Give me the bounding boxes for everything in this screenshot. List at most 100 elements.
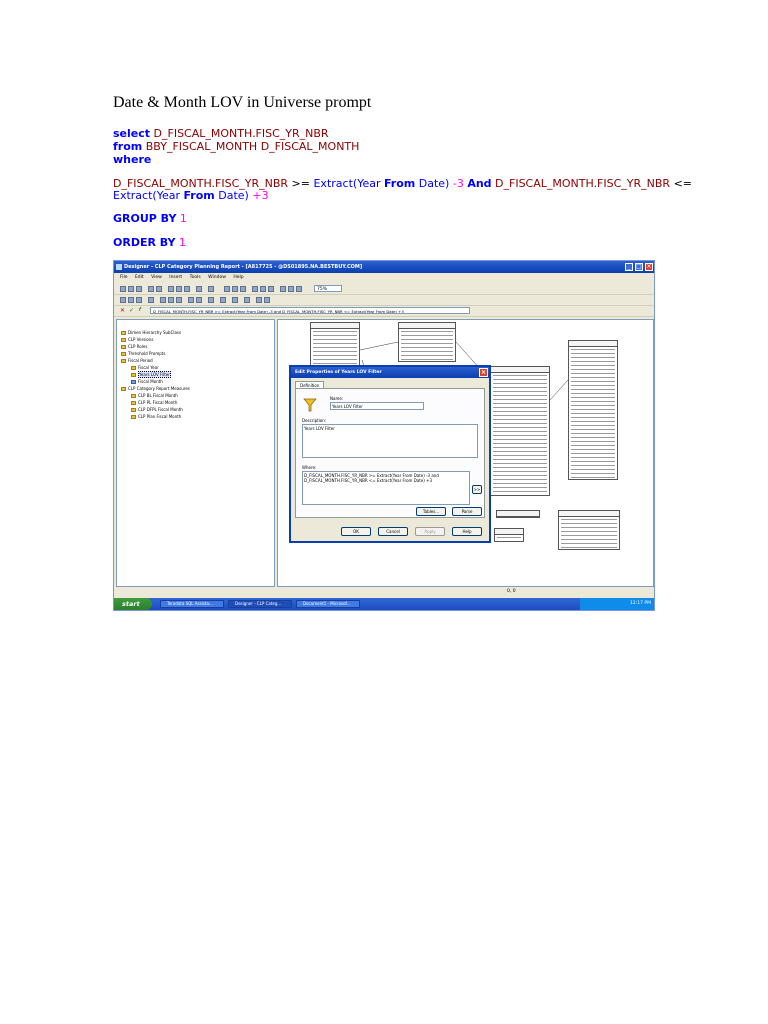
print-icon[interactable] (148, 286, 154, 292)
tree-item[interactable]: Dimen Hierarchy SubClass (121, 330, 181, 335)
alias-icon[interactable] (188, 297, 194, 303)
view-icon[interactable] (296, 286, 302, 292)
tree-item[interactable]: CLP Plan Fiscal Month (131, 414, 181, 419)
zoom-select[interactable]: 75% (314, 285, 342, 292)
apply-button[interactable]: Apply (415, 527, 445, 536)
expand-where-button[interactable]: >> (472, 485, 482, 494)
sql-number: +3 (252, 189, 269, 202)
sql-year-arg: Year (357, 177, 381, 190)
sql-function: Extract( (313, 177, 358, 190)
insert-join-icon[interactable] (232, 286, 238, 292)
tree-item[interactable]: Fiscal Year (131, 365, 159, 370)
import-icon[interactable] (264, 297, 270, 303)
sql-number: -3 (452, 177, 464, 190)
name-input[interactable]: Years LOV Filter (330, 402, 424, 410)
maximize-icon[interactable]: □ (635, 263, 643, 271)
tree-item[interactable]: CLP DFPL Fiscal Month (131, 407, 183, 412)
sql-date-arg: Date) (218, 189, 249, 202)
tree-item-label: CLP BL Fiscal Month (138, 393, 178, 398)
cardinality-icon[interactable] (208, 297, 214, 303)
preview-icon[interactable] (156, 286, 162, 292)
menu-window[interactable]: Window (208, 275, 226, 280)
show-columns-icon[interactable] (288, 286, 294, 292)
window-title: Designer - CLP Category Planning Report … (124, 264, 363, 270)
help-icon[interactable] (232, 297, 238, 303)
save-icon[interactable] (136, 286, 142, 292)
menu-help[interactable]: Help (233, 275, 243, 280)
class-icon[interactable] (128, 297, 134, 303)
tree-item[interactable]: CLP Versions (121, 337, 154, 342)
sql-select-keyword: select (113, 127, 151, 140)
status-coordinates: 0, 0 (507, 589, 516, 594)
tree-item[interactable]: Fiscal Month (131, 379, 163, 384)
minimize-icon[interactable]: _ (625, 263, 633, 271)
tree-item[interactable]: Threshold Prompts (121, 351, 165, 356)
arrange-icon[interactable] (260, 286, 266, 292)
arrow-icon[interactable] (244, 297, 250, 303)
tree-item-label: Fiscal Period (128, 358, 153, 363)
cancel-formula-icon[interactable]: ✕ (120, 307, 125, 314)
condition-icon[interactable] (148, 297, 154, 303)
taskbar-item-teradata[interactable]: Teradata SQL Assista... (160, 600, 224, 608)
sql-year-arg: Year (156, 189, 180, 202)
menu-edit[interactable]: Edit (135, 275, 144, 280)
sql-select-line: select D_FISCAL_MONTH.FISC_YR_NBR (113, 127, 329, 140)
standard-toolbar: 75% (114, 284, 654, 295)
table-values-icon[interactable] (280, 286, 286, 292)
parse-button[interactable]: Parse (452, 507, 482, 516)
tree-item-years-lov-filter[interactable]: Years LOV Filter (131, 371, 171, 378)
description-input[interactable]: Years LOV Filter (302, 424, 478, 458)
ok-button[interactable]: OK (341, 527, 371, 536)
menu-file[interactable]: File (120, 275, 128, 280)
refresh-icon[interactable] (268, 286, 274, 292)
tree-item[interactable]: CLP Roles (121, 344, 147, 349)
tree-item-label: Threshold Prompts (128, 351, 166, 356)
function-icon[interactable]: f (139, 307, 141, 313)
paste-icon[interactable] (184, 286, 190, 292)
folder-icon (131, 401, 136, 405)
dialog-close-icon[interactable]: × (479, 368, 488, 377)
check-integrity-icon[interactable] (160, 297, 166, 303)
app-icon (116, 264, 122, 270)
tree-item[interactable]: CLP BL Fiscal Month (131, 393, 178, 398)
folder-icon[interactable] (120, 297, 126, 303)
new-icon[interactable] (120, 286, 126, 292)
join-icon[interactable] (168, 297, 174, 303)
folder-icon (131, 408, 136, 412)
where-input[interactable]: D_FISCAL_MONTH.FISC_YR_NBR >= Extract(Ye… (302, 471, 470, 505)
menu-view[interactable]: View (151, 275, 162, 280)
sql-from-arg: From (383, 177, 416, 190)
taskbar-item-designer[interactable]: Designer - CLP Categ... (228, 600, 292, 608)
start-button[interactable]: start (114, 598, 152, 610)
list-mode-icon[interactable] (252, 286, 258, 292)
help-button[interactable]: Help (452, 527, 482, 536)
cut-icon[interactable] (168, 286, 174, 292)
insert-table-icon[interactable] (224, 286, 230, 292)
object-icon[interactable] (136, 297, 142, 303)
universe-tree: Dimen Hierarchy SubClass CLP Versions CL… (116, 319, 275, 587)
tree-item-label: Fiscal Year (138, 365, 159, 370)
tree-item[interactable]: CLP Category Report Measures (121, 386, 190, 391)
close-icon[interactable]: × (645, 263, 653, 271)
tree-item[interactable]: Fiscal Period (121, 358, 153, 363)
tree-item[interactable]: CLP PL Fiscal Month (131, 400, 177, 405)
copy-icon[interactable] (176, 286, 182, 292)
taskbar-item-document[interactable]: Document1 - Microsof... (296, 600, 360, 608)
validate-formula-icon[interactable]: ✓ (129, 307, 134, 314)
menu-tools[interactable]: Tools (190, 275, 201, 280)
tables-button[interactable]: Tables... (416, 507, 446, 516)
detect-joins-icon[interactable] (240, 286, 246, 292)
undo-icon[interactable] (208, 286, 214, 292)
derived-table-icon[interactable] (196, 297, 202, 303)
sql-number: 1 (179, 212, 187, 225)
find-icon[interactable] (196, 286, 202, 292)
cancel-button[interactable]: Cancel (378, 527, 408, 536)
export-icon[interactable] (256, 297, 262, 303)
formula-input[interactable]: D_FISCAL_MONTH.FISC_YR_NBR >= Extract(Ye… (150, 307, 470, 314)
context-icon[interactable] (176, 297, 182, 303)
loop-icon[interactable] (220, 297, 226, 303)
menu-insert[interactable]: Insert (169, 275, 182, 280)
open-icon[interactable] (128, 286, 134, 292)
windows-taskbar: start Teradata SQL Assista... Designer -… (114, 598, 654, 610)
folder-icon (121, 352, 126, 356)
